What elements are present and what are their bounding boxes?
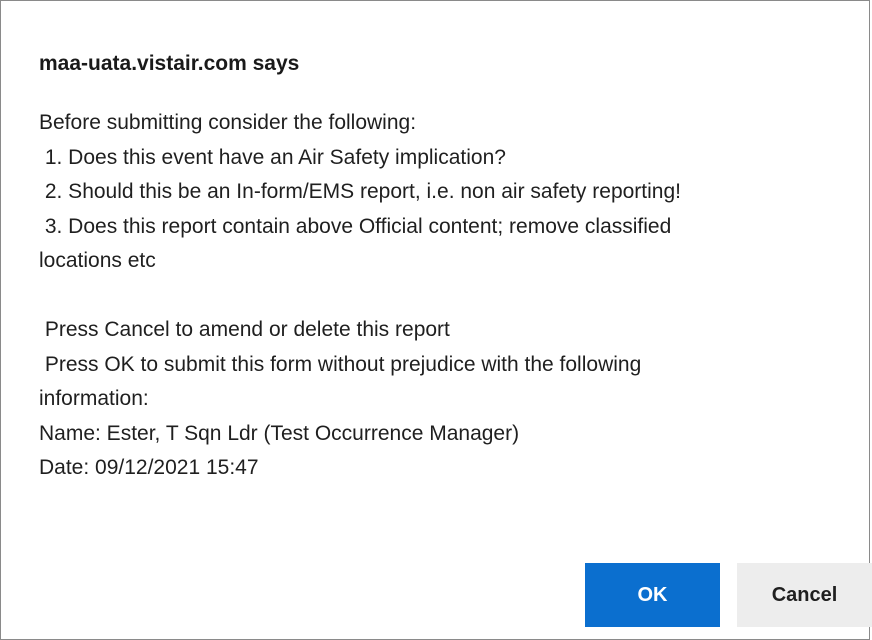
message-line: 1. Does this event have an Air Safety im… <box>39 145 506 169</box>
message-line: Date: 09/12/2021 15:47 <box>39 456 259 479</box>
ok-button[interactable]: OK <box>585 563 720 627</box>
message-line: Press Cancel to amend or delete this rep… <box>39 318 450 341</box>
message-line: 2. Should this be an In-form/EMS report,… <box>39 180 681 203</box>
message-line: information: <box>39 387 149 410</box>
message-line: Name: Ester, T Sqn Ldr (Test Occurrence … <box>39 421 520 445</box>
alert-dialog: maa-uata.vistair.com says Before submitt… <box>0 0 872 640</box>
cancel-button[interactable]: Cancel <box>737 563 872 627</box>
message-line <box>39 279 849 314</box>
message-line: 3. Does this report contain above Offici… <box>39 214 672 238</box>
message-line: Press OK to submit this form without pre… <box>39 352 642 376</box>
dialog-title: maa-uata.vistair.com says <box>39 52 300 75</box>
dialog-message: Before submitting consider the following… <box>39 106 849 486</box>
message-line: Before submitting consider the following… <box>39 111 417 134</box>
message-line: locations etc <box>39 249 156 272</box>
